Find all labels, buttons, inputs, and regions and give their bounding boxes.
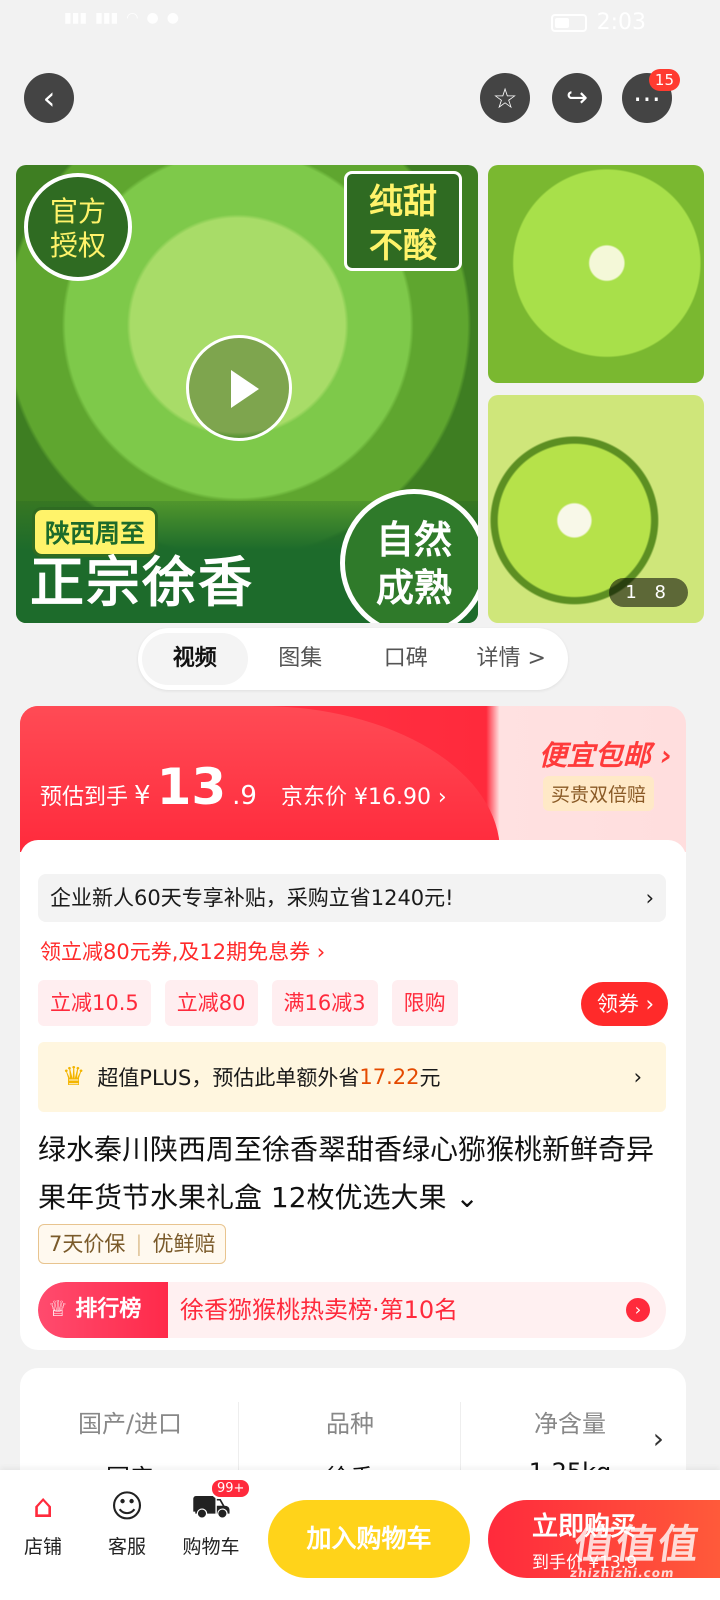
jd-price[interactable]: 京东价 ¥16.90 ›	[281, 779, 447, 811]
trophy-icon: ♕	[48, 1297, 68, 1322]
favorite-button[interactable]: ☆	[480, 73, 530, 123]
store-button[interactable]: ⌂ 店铺	[8, 1484, 78, 1559]
plus-membership-offer[interactable]: ♛ 超值PLUS，预估此单额外省 17.22 元 ›	[38, 1042, 666, 1112]
get-coupon-button[interactable]: 领券 ›	[580, 982, 668, 1026]
offers-card: 企业新人60天专享补贴，采购立省1240元! › 领立减80元券,及12期免息券…	[20, 840, 686, 1350]
separator: |	[135, 1232, 143, 1256]
service-label: 客服	[107, 1536, 146, 1558]
play-video-button[interactable]	[186, 335, 292, 441]
fresh-guarantee-label: 优鲜赔	[152, 1232, 216, 1256]
spec-label: 净含量	[534, 1410, 606, 1438]
back-button[interactable]: ‹	[24, 73, 74, 123]
guarantee-badge[interactable]: 7天价保 | 优鲜赔	[38, 1224, 227, 1264]
store-label: 店铺	[23, 1536, 62, 1558]
signal-icons: ▮▮▮ ▮▮▮ ◠ ● ●	[64, 10, 179, 26]
back-icon: ‹	[42, 79, 56, 117]
plus-amount: 17.22	[359, 1065, 420, 1089]
price-integer: 13	[156, 758, 227, 816]
tab-video[interactable]: 视频	[142, 633, 248, 685]
chevron-right-icon: ›	[645, 886, 654, 910]
more-button[interactable]: ⋯ 15	[622, 69, 680, 123]
watermark-url: zhizhizhi.com	[569, 1566, 676, 1580]
chevron-right-icon: ›	[652, 1422, 664, 1455]
status-bar: ▮▮▮ ▮▮▮ ◠ ● ● 2:03	[0, 0, 720, 50]
promo-chip[interactable]: 满16减3	[271, 980, 378, 1026]
thumbnail-image-2[interactable]: 1 8	[488, 395, 704, 623]
customer-service-button[interactable]: ☺ 客服	[92, 1484, 162, 1559]
product-title[interactable]: 绿水秦川陕西周至徐香翠甜香绿心猕猴桃新鲜奇异果年货节水果礼盒 12枚优选大果 ⌄	[38, 1126, 668, 1222]
ranking-tag-label: 排行榜	[75, 1297, 142, 1322]
store-icon: ⌂	[32, 1487, 54, 1525]
wifi-icon: ◠	[126, 10, 139, 26]
enterprise-text: 企业新人60天专享补贴，采购立省1240元!	[50, 886, 454, 910]
ranking-text: 徐香猕猴桃热卖榜·第10名	[180, 1296, 459, 1324]
battery-icon	[550, 13, 587, 32]
chat-icon: ☺	[110, 1487, 144, 1525]
price-currency: ¥	[134, 781, 151, 811]
clock: 2:03	[596, 10, 646, 35]
free-shipping-promo[interactable]: 便宜包邮 ›	[539, 734, 672, 774]
share-button[interactable]: ↪	[552, 73, 602, 123]
headline-text: 正宗徐香	[30, 551, 254, 614]
ranking-banner[interactable]: ♕ 排行榜 徐香猕猴桃热卖榜·第10名 ›	[38, 1282, 666, 1338]
thumbnail-image-1[interactable]	[488, 165, 704, 383]
price-label: 预估到手	[40, 785, 129, 810]
cart-count-badge: 99+	[210, 1478, 252, 1499]
app-icon: ●	[146, 10, 159, 26]
watermark: 值值值 zhizhizhi.com	[569, 1512, 705, 1580]
tab-reviews[interactable]: 口碑	[353, 633, 459, 685]
tab-details[interactable]: 详情 >	[459, 633, 565, 685]
promo-chip[interactable]: 限购	[391, 980, 458, 1026]
enterprise-subsidy[interactable]: 企业新人60天专享补贴，采购立省1240元! ›	[38, 874, 666, 922]
tab-gallery[interactable]: 图集	[248, 633, 354, 685]
chevron-right-icon: ›	[626, 1298, 650, 1322]
notification-badge: 15	[648, 69, 680, 91]
official-badge: 官方 授权	[24, 173, 132, 281]
watermark-text: 值值值	[570, 1522, 704, 1568]
plus-unit: 元	[419, 1066, 441, 1090]
product-gallery[interactable]: 官方 授权 纯甜 不酸 陕西周至 正宗徐香 自然 成熟 1 8	[16, 165, 704, 623]
star-icon: ☆	[492, 81, 518, 115]
add-to-cart-button[interactable]: 加入购物车	[268, 1500, 470, 1578]
double-refund-badge: 买贵双倍赔	[542, 776, 654, 811]
spec-label: 品种	[326, 1410, 374, 1438]
cart-button[interactable]: ⛟ 99+ 购物车	[176, 1478, 252, 1559]
status-right: 2:03	[550, 10, 646, 35]
ranking-tag: ♕ 排行榜	[38, 1282, 168, 1338]
signal-icon-2: ▮▮▮	[95, 10, 119, 26]
promotion-chips: 立减10.5 立减80 满16减3 限购	[38, 980, 458, 1026]
chevron-right-icon: ›	[633, 1065, 642, 1089]
promo-chip[interactable]: 立减10.5	[38, 980, 151, 1026]
spec-label: 国产/进口	[77, 1410, 183, 1438]
signal-icon: ▮▮▮	[64, 10, 88, 26]
bottom-action-bar: ⌂ 店铺 ☺ 客服 ⛟ 99+ 购物车 加入购物车 立即购买 到手价 ¥13.9…	[0, 1470, 720, 1600]
cart-label: 购物车	[182, 1536, 240, 1558]
app-icon-2: ●	[166, 10, 179, 26]
sweet-tag: 纯甜 不酸	[344, 171, 462, 271]
image-counter: 1 8	[609, 578, 688, 607]
plus-text: 超值PLUS，预估此单额外省	[97, 1066, 360, 1090]
share-icon: ↪	[566, 83, 588, 113]
coupon-link[interactable]: 领立减80元券,及12期免息券 ›	[40, 936, 325, 966]
main-product-image[interactable]: 官方 授权 纯甜 不酸 陕西周至 正宗徐香 自然 成熟	[16, 165, 478, 623]
price-protect-label: 7天价保	[49, 1232, 126, 1256]
price-card: 预估到手 ¥ 13 .9 京东价 ¥16.90 › 便宜包邮 › 买贵双倍赔	[20, 706, 686, 852]
price-line: 预估到手 ¥ 13 .9 京东价 ¥16.90 ›	[40, 758, 447, 816]
promo-chip[interactable]: 立减80	[164, 980, 258, 1026]
media-tabs: 视频 图集 口碑 详情 >	[138, 628, 568, 690]
price-decimal: .9	[232, 781, 257, 811]
crown-icon: ♛	[62, 1062, 86, 1092]
